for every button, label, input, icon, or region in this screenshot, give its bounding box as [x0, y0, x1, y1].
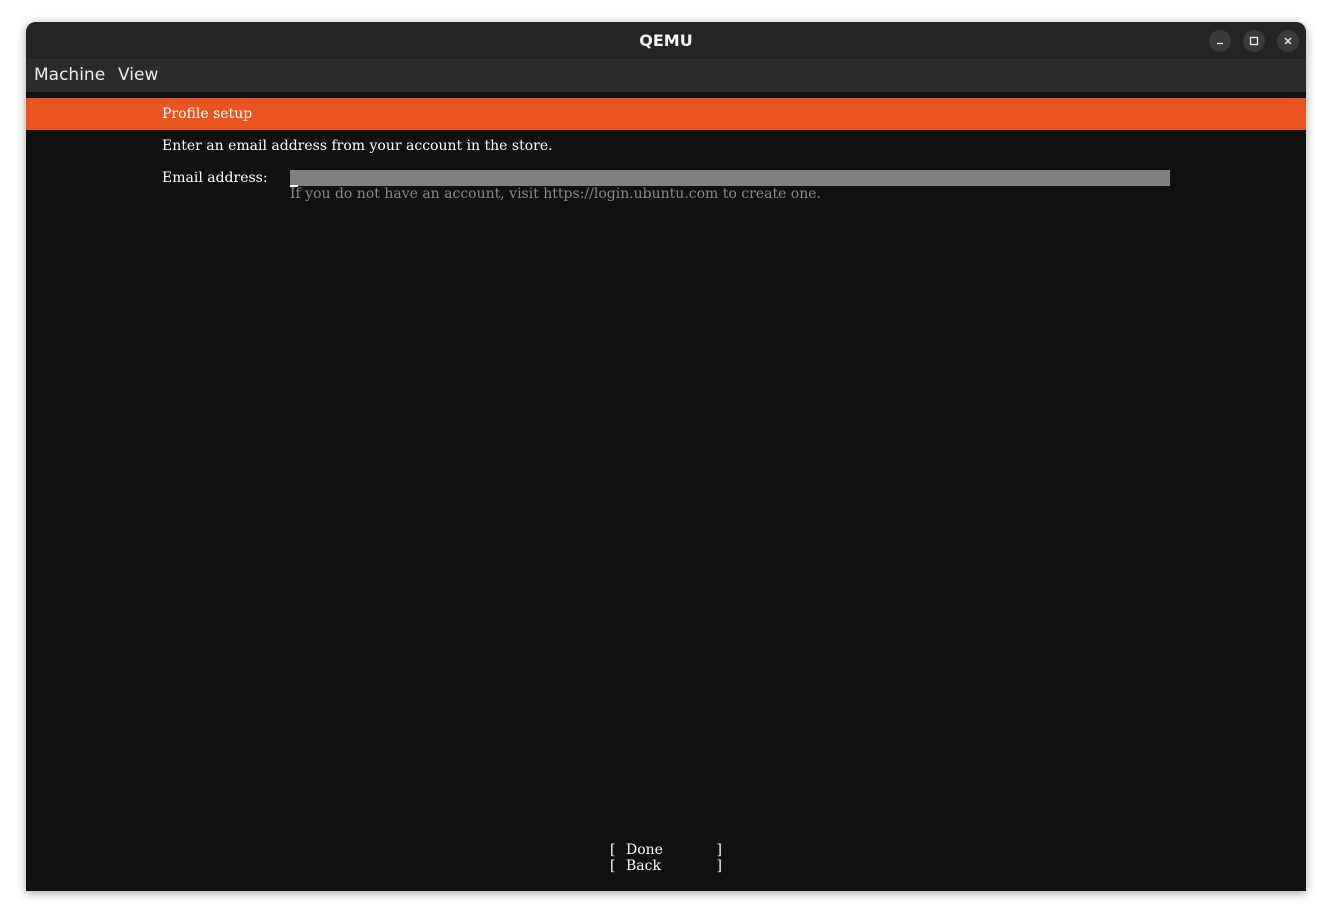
done-button-label: Done: [626, 842, 663, 858]
bracket-close: ]: [716, 842, 722, 858]
email-hint: If you do not have an account, visit htt…: [290, 186, 821, 202]
maximize-icon: [1249, 36, 1259, 46]
maximize-button[interactable]: [1243, 30, 1265, 52]
close-button[interactable]: [1277, 30, 1299, 52]
page-title: Profile setup: [162, 106, 253, 122]
bracket-close: ]: [716, 858, 722, 874]
installer-header-bar: Profile setup: [26, 98, 1306, 130]
email-input[interactable]: [290, 170, 1170, 186]
vm-display[interactable]: Profile setup Enter an email address fro…: [26, 92, 1306, 891]
menu-view[interactable]: View: [118, 60, 158, 92]
minimize-button[interactable]: [1209, 30, 1231, 52]
bracket-open: [: [610, 842, 616, 858]
bracket-open: [: [610, 858, 616, 874]
done-button[interactable]: [ Done ]: [610, 842, 722, 858]
menu-machine[interactable]: Machine: [34, 60, 105, 92]
qemu-window: QEMU Machine View Profile setup Enter an…: [26, 22, 1306, 891]
title-bar[interactable]: QEMU: [26, 22, 1306, 60]
back-button-label: Back: [626, 858, 661, 874]
close-icon: [1284, 37, 1292, 45]
minimize-icon: [1217, 42, 1223, 45]
back-button[interactable]: [ Back ]: [610, 858, 722, 874]
email-label: Email address:: [162, 170, 268, 186]
window-title: QEMU: [639, 31, 693, 50]
menu-bar: Machine View: [26, 60, 1306, 92]
instruction-text: Enter an email address from your account…: [162, 138, 553, 154]
